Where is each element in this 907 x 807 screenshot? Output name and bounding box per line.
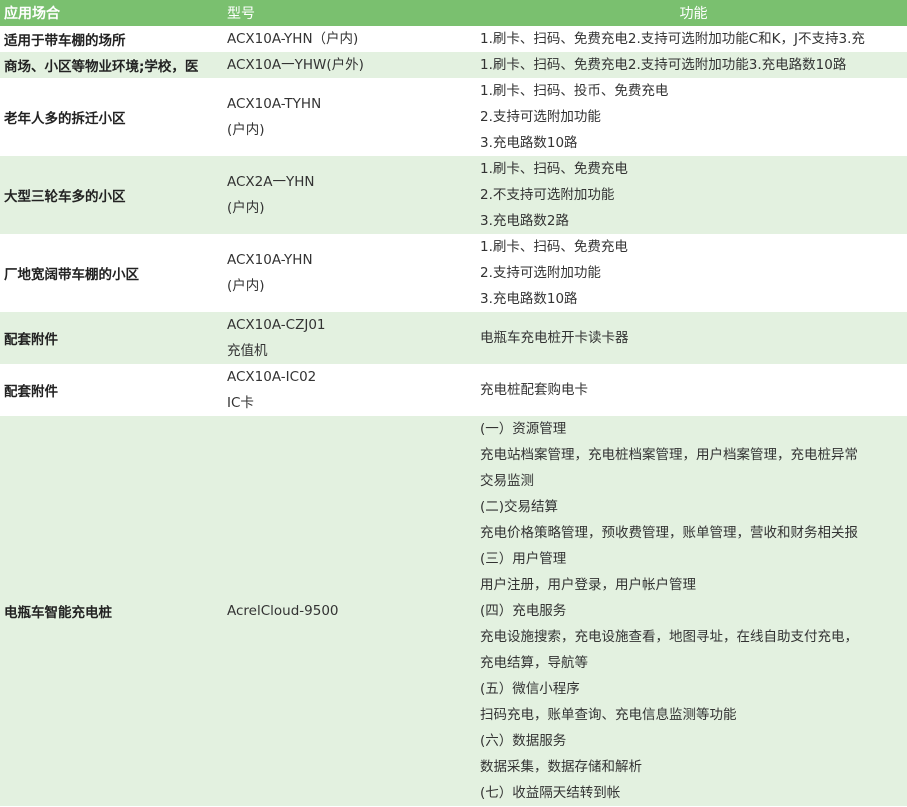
- function-line: (三）用户管理: [480, 551, 567, 567]
- table-header: 应用场合 型号 功能: [0, 0, 907, 26]
- function-line: 用户注册，用户登录，用户帐户管理: [480, 577, 696, 593]
- cell-scene: 配套附件: [4, 332, 58, 348]
- table-row: 电瓶车智能充电桩 AcrelCloud-9500 (一）资源管理充电站档案管理，充电…: [0, 416, 907, 806]
- cell-function: 1.刷卡、扫码、免费充电 2.不支持可选附加功能 3.充电路数2路: [476, 156, 907, 234]
- function-line: 扫码充电，账单查询、充电信息监测等功能: [480, 707, 737, 723]
- model-line: (户内): [227, 122, 265, 138]
- function-line: 3.充电路数10路: [480, 135, 578, 151]
- cell-model: ACX10A-IC02 IC卡: [225, 364, 476, 416]
- cell-function: 1.刷卡、扫码、免费充电2.支持可选附加功能3.充电路数10路: [476, 52, 907, 78]
- function-line: (五）微信小程序: [480, 681, 580, 697]
- cell-model: ACX2A一YHN (户内): [225, 156, 476, 234]
- function-line: 充电桩配套购电卡: [480, 382, 588, 398]
- function-line: 2.支持可选附加功能: [480, 265, 601, 281]
- cell-model: ACX10A一YHW(户外): [225, 52, 476, 78]
- table-row: 大型三轮车多的小区 ACX2A一YHN (户内) 1.刷卡、扫码、免费充电 2.不支持可…: [0, 156, 907, 234]
- function-line: (二)交易结算: [480, 499, 559, 515]
- function-line: 1.刷卡、扫码、免费充电2.支持可选附加功能3.充电路数10路: [480, 57, 847, 73]
- cell-function: 电瓶车充电桩开卡读卡器: [476, 312, 907, 364]
- function-line: 2.不支持可选附加功能: [480, 187, 615, 203]
- cell-function: 1.刷卡、扫码、投币、免费充电 2.支持可选附加功能 3.充电路数10路: [476, 78, 907, 156]
- model-line: AcrelCloud-9500: [227, 603, 339, 619]
- table-row: 厂地宽阔带车棚的小区 ACX10A-YHN (户内) 1.刷卡、扫码、免费充电 2.支持…: [0, 234, 907, 312]
- table-row: 商场、小区等物业环境;学校，医 ACX10A一YHW(户外) 1.刷卡、扫码、免费充…: [0, 52, 907, 78]
- cell-model: AcrelCloud-9500: [225, 416, 476, 806]
- model-line: ACX10A-YHN: [227, 252, 313, 268]
- function-line: 3.充电路数10路: [480, 291, 578, 307]
- cell-model: ACX10A-CZJ01 充值机: [225, 312, 476, 364]
- cell-function: 1.刷卡、扫码、免费充电 2.支持可选附加功能 3.充电路数10路: [476, 234, 907, 312]
- function-line: (一）资源管理: [480, 421, 567, 437]
- header-scene: 应用场合: [4, 6, 60, 22]
- function-line: 交易监测: [480, 473, 534, 489]
- table-row: 适用于带车棚的场所 ACX10A-YHN（户内) 1.刷卡、扫码、免费充电2.支持可…: [0, 26, 907, 52]
- cell-scene: 商场、小区等物业环境;学校，医: [4, 59, 199, 75]
- header-function: 功能: [679, 6, 708, 22]
- model-line: ACX10A一YHW(户外): [227, 57, 364, 73]
- function-line: 2.支持可选附加功能: [480, 109, 601, 125]
- function-line: 1.刷卡、扫码、投币、免费充电: [480, 83, 669, 99]
- function-line: 充电价格策略管理，预收费管理，账单管理，营收和财务相关报: [480, 525, 858, 541]
- function-line: (四）充电服务: [480, 603, 567, 619]
- table-row: 配套附件 ACX10A-CZJ01 充值机 电瓶车充电桩开卡读卡器: [0, 312, 907, 364]
- cell-model: ACX10A-TYHN (户内): [225, 78, 476, 156]
- table-body: 适用于带车棚的场所 ACX10A-YHN（户内) 1.刷卡、扫码、免费充电2.支持可…: [0, 26, 907, 806]
- cell-scene: 电瓶车智能充电桩: [4, 605, 112, 621]
- function-line: (六）数据服务: [480, 733, 567, 749]
- function-line: 充电结算，导航等: [480, 655, 588, 671]
- table-row: 老年人多的拆迁小区 ACX10A-TYHN (户内) 1.刷卡、扫码、投币、免费充电 2…: [0, 78, 907, 156]
- model-line: (户内): [227, 200, 265, 216]
- model-line: ACX10A-CZJ01: [227, 317, 326, 333]
- function-line: 充电站档案管理，充电桩档案管理，用户档案管理，充电桩异常: [480, 447, 858, 463]
- cell-scene: 大型三轮车多的小区: [4, 189, 126, 205]
- cell-function: 充电桩配套购电卡: [476, 364, 907, 416]
- function-line: (七）收益隔天结转到帐: [480, 785, 621, 801]
- model-line: (户内): [227, 278, 265, 294]
- model-line: ACX2A一YHN: [227, 174, 315, 190]
- cell-model: ACX10A-YHN (户内): [225, 234, 476, 312]
- model-line: ACX10A-IC02: [227, 369, 317, 385]
- function-line: 1.刷卡、扫码、免费充电2.支持可选附加功能C和K，J不支持3.充: [480, 31, 865, 47]
- model-line: 充值机: [227, 343, 268, 359]
- model-line: IC卡: [227, 395, 254, 411]
- cell-scene: 厂地宽阔带车棚的小区: [4, 267, 139, 283]
- function-line: 数据采集，数据存储和解析: [480, 759, 642, 775]
- product-table: 应用场合 型号 功能 适用于带车棚的场所 ACX10A-YHN（户内) 1.刷卡、扫…: [0, 0, 907, 806]
- cell-scene: 老年人多的拆迁小区: [4, 111, 126, 127]
- cell-function: (一）资源管理充电站档案管理，充电桩档案管理，用户档案管理，充电桩异常 交易监测 (…: [476, 416, 907, 806]
- function-line: 1.刷卡、扫码、免费充电: [480, 239, 628, 255]
- cell-model: ACX10A-YHN（户内): [225, 26, 476, 52]
- cell-scene: 适用于带车棚的场所: [4, 33, 126, 49]
- function-line: 电瓶车充电桩开卡读卡器: [480, 330, 629, 346]
- cell-scene: 配套附件: [4, 384, 58, 400]
- model-line: ACX10A-TYHN: [227, 96, 322, 112]
- cell-function: 1.刷卡、扫码、免费充电2.支持可选附加功能C和K，J不支持3.充: [476, 26, 907, 52]
- function-line: 1.刷卡、扫码、免费充电: [480, 161, 628, 177]
- function-line: 3.充电路数2路: [480, 213, 569, 229]
- function-line: 充电设施搜索，充电设施查看，地图寻址，在线自助支付充电，: [480, 629, 858, 645]
- table-row: 配套附件 ACX10A-IC02 IC卡 充电桩配套购电卡: [0, 364, 907, 416]
- header-model: 型号: [227, 6, 255, 22]
- model-line: ACX10A-YHN（户内): [227, 31, 359, 47]
